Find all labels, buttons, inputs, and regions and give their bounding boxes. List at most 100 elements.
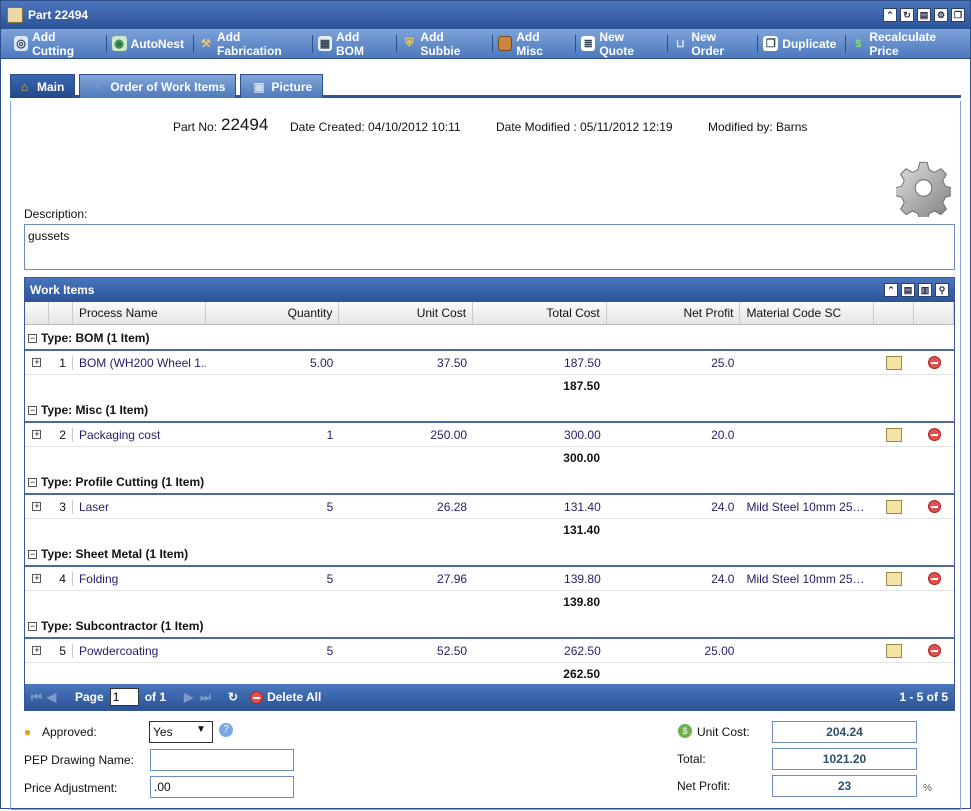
delete-icon[interactable]	[927, 428, 941, 441]
net-profit-input[interactable]: 23	[772, 775, 917, 797]
main-content: ⌂ Main ↑ Order of Work Items ▣ Picture Part…	[10, 73, 961, 810]
net-profit-cell: 25.00	[704, 643, 735, 658]
table-row[interactable]: +1 BOM (WH200 Wheel 1... 5.00 37.50 187.50 25…	[25, 351, 954, 375]
chevron-down-icon[interactable]: ▼	[196, 724, 206, 735]
total-cost-cell: 262.50	[564, 643, 601, 658]
delete-all-button[interactable]: Delete All	[267, 690, 321, 704]
description-field[interactable]: gussets	[24, 224, 955, 270]
help-icon[interactable]: ?	[219, 723, 233, 737]
unit-cost-cell: 250.00	[430, 427, 468, 442]
first-page-icon[interactable]: ⏮	[31, 690, 47, 705]
price-adjustment-input[interactable]: .00	[150, 776, 294, 798]
refresh-icon[interactable]: ↻	[900, 8, 914, 22]
col-process-name[interactable]: Process Name	[73, 302, 206, 324]
collapse-group-icon[interactable]: −	[28, 333, 37, 343]
tab-order-of-work-items[interactable]: ↑ Order of Work Items	[79, 74, 237, 98]
page-input[interactable]	[109, 688, 139, 706]
add-bom-button[interactable]: ▦ Add BOM	[315, 29, 394, 58]
delete-icon[interactable]	[927, 644, 941, 657]
settings-icon[interactable]: ⚙	[934, 8, 948, 22]
add-fabrication-button[interactable]: ⚒ Add Fabrication	[196, 29, 310, 58]
export-icon[interactable]: ▤	[901, 283, 915, 297]
tab-main[interactable]: ⌂ Main	[10, 74, 76, 98]
edit-icon[interactable]	[886, 499, 903, 514]
next-page-icon[interactable]: ▶	[184, 690, 200, 704]
group-header[interactable]: − Type: Profile Cutting (1 Item)	[25, 471, 954, 495]
prev-page-icon[interactable]: ◀	[47, 690, 63, 704]
group-header[interactable]: − Type: BOM (1 Item)	[25, 327, 954, 351]
table-row[interactable]: +4 Folding 5 27.96 139.80 24.0 Mild Steel 10mm…	[25, 567, 954, 591]
group-summary-row: 131.40	[25, 519, 954, 541]
expand-row-icon[interactable]: +	[32, 574, 42, 583]
col-material-code[interactable]: Material Code SC	[740, 302, 875, 324]
total-value: 1021.20	[772, 748, 917, 770]
wrench-icon: ⚒	[201, 38, 211, 50]
group-header[interactable]: − Type: Sheet Metal (1 Item)	[25, 543, 954, 567]
refresh-icon[interactable]: ↻	[228, 690, 238, 704]
table-row[interactable]: +3 Laser 5 26.28 131.40 24.0 Mild Steel 10mm 2…	[25, 495, 954, 519]
col-rownum	[49, 302, 73, 324]
net-profit-cell: 24.0	[711, 571, 735, 586]
col-quantity[interactable]: Quantity	[206, 302, 340, 324]
last-page-icon[interactable]: ⏭	[200, 690, 216, 705]
window-title: Part 22494	[28, 8, 89, 22]
col-total-cost[interactable]: Total Cost	[473, 302, 607, 324]
binoculars-icon[interactable]: ⚲	[935, 283, 949, 297]
collapse-group-icon[interactable]: −	[28, 477, 37, 487]
group-total: 300.00	[563, 451, 600, 465]
price-adjustment-label: Price Adjustment:	[24, 781, 118, 795]
process-name-cell: BOM (WH200 Wheel 1...	[78, 355, 206, 370]
group-summary-row: 300.00	[25, 447, 954, 469]
collapse-icon[interactable]: ⌃	[884, 283, 898, 297]
group-label: Type: Profile Cutting (1 Item)	[41, 475, 205, 489]
new-quote-button[interactable]: ≣ New Quote	[578, 29, 665, 58]
edit-icon[interactable]	[886, 571, 903, 586]
row-number: 5	[49, 643, 73, 658]
add-subbie-button[interactable]: ⛨ Add Subbie	[399, 29, 490, 58]
table-row[interactable]: +5 Powdercoating 5 52.50 262.50 25.00	[25, 639, 954, 663]
gear-icon	[896, 161, 951, 217]
recalculate-price-button[interactable]: $ Recalculate Price	[848, 29, 970, 58]
add-cutting-button[interactable]: ◎ Add Cutting	[11, 29, 104, 58]
net-profit-cell: 25.0	[711, 355, 735, 370]
print-icon[interactable]: ▥	[918, 283, 932, 297]
percent-sign: %	[923, 783, 932, 794]
toolbar-separator	[757, 34, 759, 53]
table-row[interactable]: +2 Packaging cost 1 250.00 300.00 20.0	[25, 423, 954, 447]
delete-icon[interactable]	[927, 356, 941, 369]
col-unit-cost[interactable]: Unit Cost	[339, 302, 474, 324]
delete-icon[interactable]	[927, 572, 941, 585]
new-order-button[interactable]: ⊔ New Order	[670, 29, 755, 58]
cutting-icon: ◎	[14, 36, 29, 51]
row-number: 3	[49, 499, 73, 514]
restore-icon[interactable]: ❐	[951, 8, 965, 22]
group-total: 187.50	[563, 379, 600, 393]
group-total: 139.80	[563, 595, 600, 609]
pep-drawing-input[interactable]	[150, 749, 294, 771]
work-items-title: Work Items	[30, 283, 95, 297]
collapse-group-icon[interactable]: −	[28, 405, 37, 415]
row-number: 4	[49, 571, 73, 586]
autonest-button[interactable]: ◉ AutoNest	[109, 29, 191, 58]
tab-picture[interactable]: ▣ Picture	[240, 74, 324, 98]
group-header[interactable]: − Type: Subcontractor (1 Item)	[25, 615, 954, 639]
group-header[interactable]: − Type: Misc (1 Item)	[25, 399, 954, 423]
picture-icon: ▣	[253, 79, 265, 94]
collapse-icon[interactable]: ⌃	[883, 8, 897, 22]
print-icon[interactable]: ▤	[917, 8, 931, 22]
collapse-group-icon[interactable]: −	[28, 621, 37, 631]
add-misc-button[interactable]: Add Misc	[495, 29, 573, 58]
duplicate-button[interactable]: ❐ Duplicate	[760, 29, 843, 58]
edit-icon[interactable]	[886, 427, 903, 442]
expand-row-icon[interactable]: +	[32, 430, 42, 439]
edit-icon[interactable]	[886, 355, 903, 370]
expand-row-icon[interactable]: +	[32, 358, 42, 367]
expand-row-icon[interactable]: +	[32, 502, 42, 511]
part-no-label: Part No:	[173, 120, 218, 134]
delete-icon[interactable]	[927, 500, 941, 513]
col-net-profit[interactable]: Net Profit	[607, 302, 741, 324]
collapse-group-icon[interactable]: −	[28, 549, 37, 559]
edit-icon[interactable]	[886, 643, 903, 658]
expand-row-icon[interactable]: +	[32, 646, 42, 655]
process-name-cell: Laser	[78, 499, 109, 514]
